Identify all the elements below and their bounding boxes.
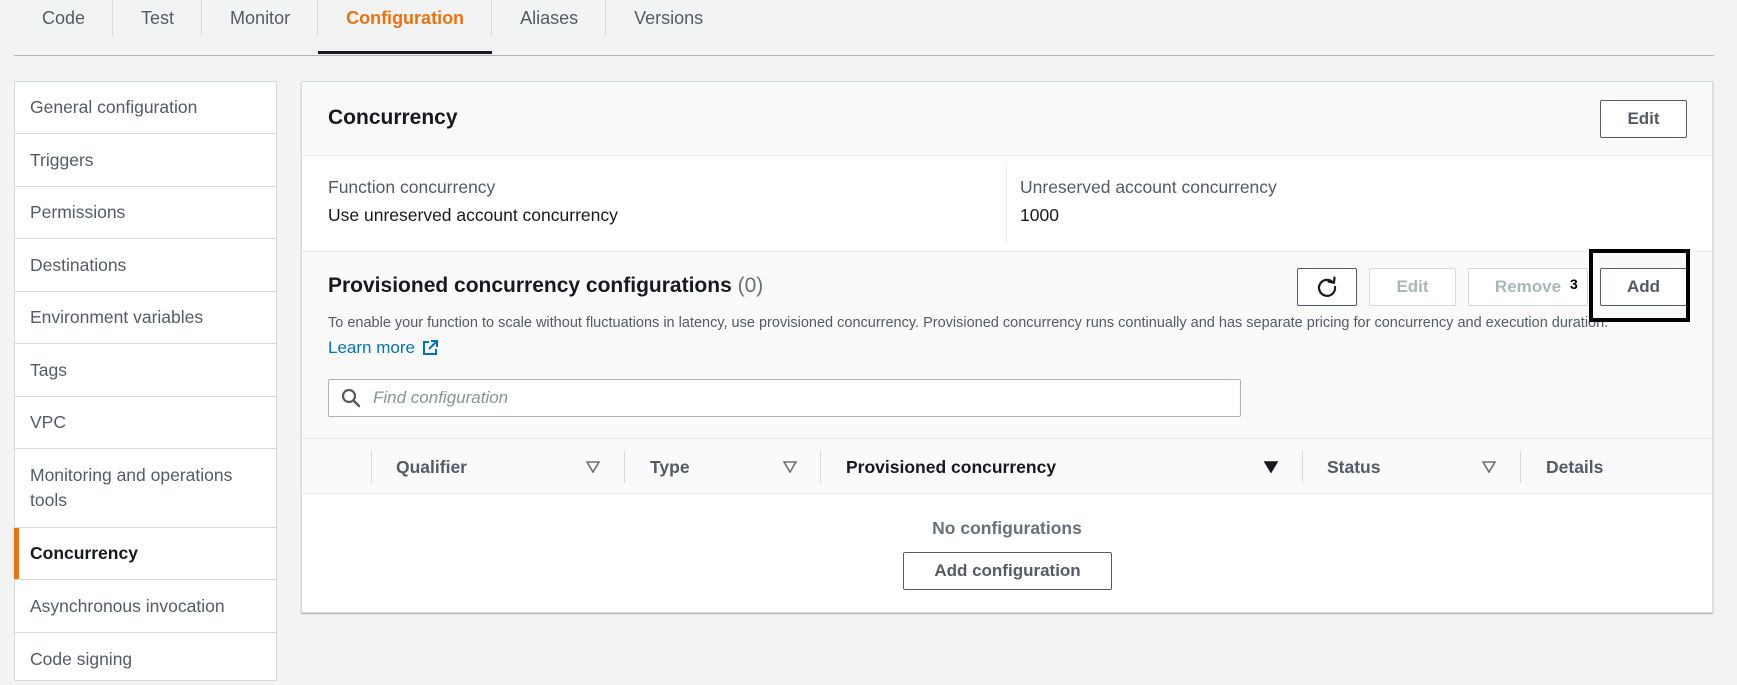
sidebar-item-general-configuration[interactable]: General configuration xyxy=(15,82,276,134)
column-details: Details xyxy=(1546,456,1604,477)
concurrency-header: Concurrency Edit xyxy=(302,82,1712,156)
configurations-table-header: Qualifier Type Provisioned concurrency S… xyxy=(302,438,1712,494)
column-divider xyxy=(1302,451,1303,483)
column-divider xyxy=(624,451,625,483)
refresh-button[interactable] xyxy=(1297,268,1357,306)
sort-provisioned-concurrency-icon[interactable] xyxy=(1264,461,1278,473)
tab-versions[interactable]: Versions xyxy=(606,0,731,54)
concurrency-title: Concurrency xyxy=(328,106,458,129)
column-divider xyxy=(820,451,821,483)
column-provisioned-concurrency[interactable]: Provisioned concurrency xyxy=(846,439,1056,495)
function-concurrency: Function concurrency Use unreserved acco… xyxy=(328,177,618,226)
provisioned-edit-button[interactable]: Edit xyxy=(1369,268,1456,306)
add-configuration-button[interactable]: Add configuration xyxy=(903,552,1112,590)
column-divider xyxy=(371,451,372,483)
sort-qualifier-icon[interactable] xyxy=(586,461,600,473)
external-link-icon xyxy=(422,340,438,355)
tab-aliases[interactable]: Aliases xyxy=(492,0,607,54)
provisioned-description: To enable your function to scale without… xyxy=(328,315,1609,331)
learn-more-link[interactable]: Learn more xyxy=(328,338,439,358)
refresh-icon xyxy=(1318,276,1337,297)
learn-more-text: Learn more xyxy=(328,338,415,357)
search-icon xyxy=(341,388,361,408)
tab-bar: Code Test Monitor Configuration Aliases … xyxy=(14,0,1714,56)
tab-code[interactable]: Code xyxy=(14,0,114,54)
sidebar-item-tags[interactable]: Tags xyxy=(15,344,276,397)
function-concurrency-value: Use unreserved account concurrency xyxy=(328,205,618,225)
tab-monitor[interactable]: Monitor xyxy=(202,0,319,54)
find-configuration-search[interactable] xyxy=(328,379,1241,417)
sidebar-item-vpc[interactable]: VPC xyxy=(15,397,276,449)
sidebar-item-destinations[interactable]: Destinations xyxy=(15,239,276,292)
sort-status-icon[interactable] xyxy=(1482,461,1496,473)
annotation-badge: 3 xyxy=(1570,276,1578,292)
tab-test[interactable]: Test xyxy=(113,0,203,54)
provisioned-section: Provisioned concurrency configurations (… xyxy=(302,251,1712,444)
sidebar-item-code-signing[interactable]: Code signing xyxy=(15,633,276,685)
find-configuration-input[interactable] xyxy=(371,387,1231,409)
empty-state: No configurations xyxy=(302,518,1712,539)
add-button[interactable]: Add xyxy=(1600,268,1687,306)
column-type[interactable]: Type xyxy=(650,439,690,495)
kv-divider xyxy=(1006,163,1007,243)
sidebar-item-monitoring[interactable]: Monitoring and operations tools xyxy=(15,449,276,528)
column-divider xyxy=(1520,451,1521,483)
sidebar-item-concurrency[interactable]: Concurrency xyxy=(14,528,276,580)
provisioned-title: Provisioned concurrency configurations (… xyxy=(328,274,763,298)
provisioned-count: (0) xyxy=(737,274,764,297)
column-status[interactable]: Status xyxy=(1327,439,1380,495)
sort-type-icon[interactable] xyxy=(783,461,797,473)
sidebar-item-environment-variables[interactable]: Environment variables xyxy=(15,292,276,344)
sidebar-item-triggers[interactable]: Triggers xyxy=(15,134,276,187)
unreserved-concurrency-value: 1000 xyxy=(1020,205,1059,225)
tab-configuration[interactable]: Configuration xyxy=(318,0,493,54)
column-qualifier[interactable]: Qualifier xyxy=(396,439,467,495)
provisioned-title-text: Provisioned concurrency configurations xyxy=(328,274,732,297)
unreserved-concurrency-label: Unreserved account concurrency xyxy=(1020,177,1277,197)
concurrency-panel: Concurrency Edit Function concurrency Us… xyxy=(301,81,1713,613)
unreserved-concurrency: Unreserved account concurrency 1000 xyxy=(1020,177,1277,226)
sidebar-item-permissions[interactable]: Permissions xyxy=(15,187,276,239)
sidebar-item-asynchronous-invocation[interactable]: Asynchronous invocation xyxy=(15,580,276,633)
configuration-sidebar: General configuration Triggers Permissio… xyxy=(14,81,277,681)
concurrency-edit-button[interactable]: Edit xyxy=(1600,100,1687,138)
function-concurrency-label: Function concurrency xyxy=(328,177,496,197)
no-configurations-text: No configurations xyxy=(932,518,1082,538)
